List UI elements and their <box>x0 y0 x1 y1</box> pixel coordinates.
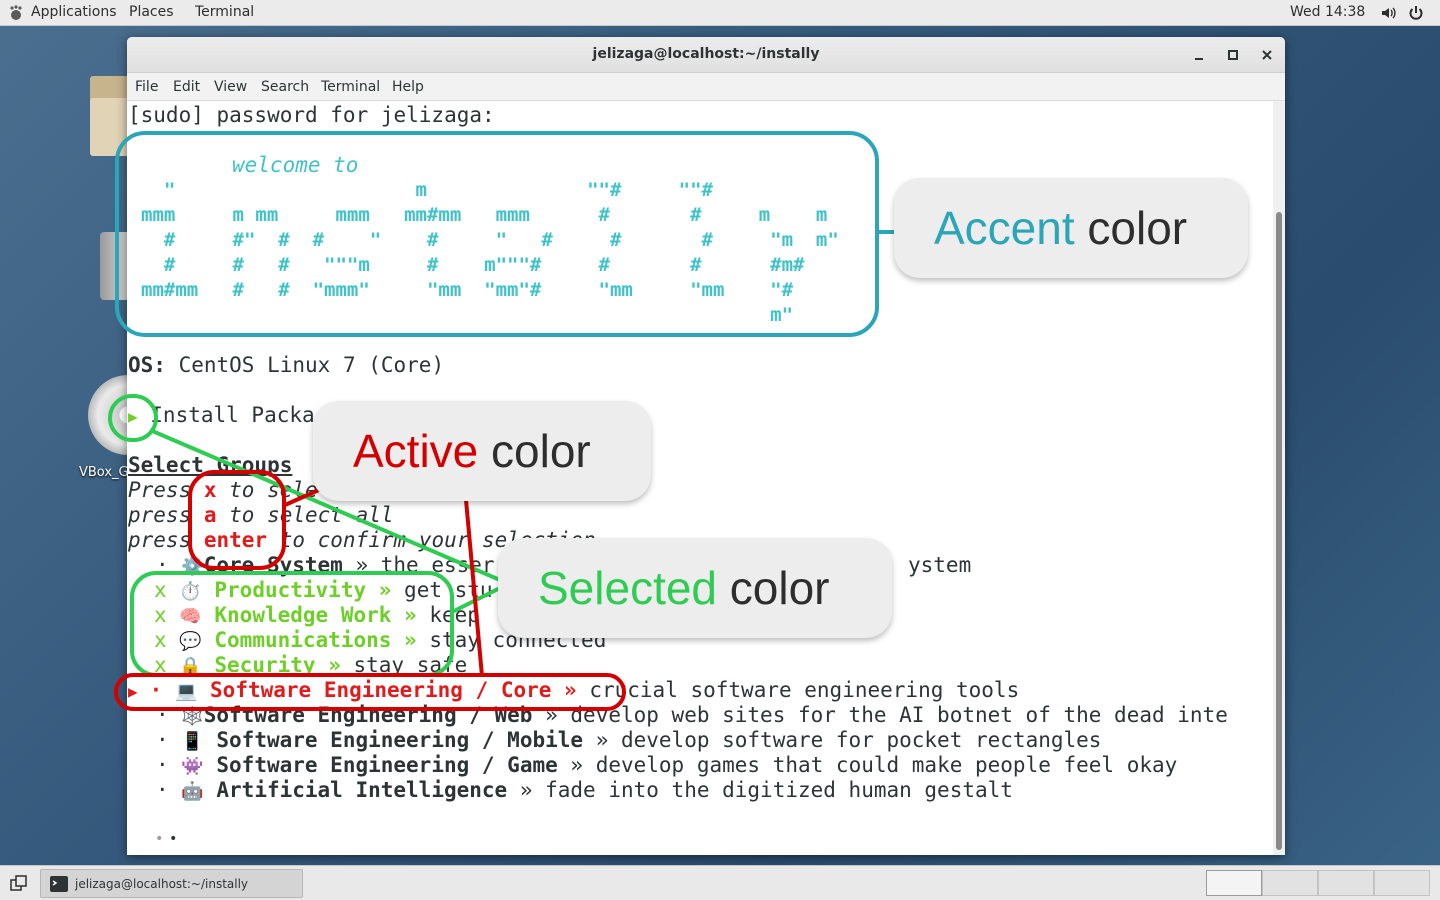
robot-icon: 🤖 <box>181 781 204 802</box>
menu-view[interactable]: View <box>214 79 247 95</box>
window-title: jelizaga@localhost:~/instally <box>592 46 820 62</box>
menu-help[interactable]: Help <box>392 79 424 95</box>
active-row-highlight-ring <box>114 673 626 711</box>
accent-connector <box>879 230 895 234</box>
workspace-3[interactable] <box>1318 870 1374 896</box>
group-row-software-engineering-mobile[interactable]: · 📱 Software Engineering / Mobile » deve… <box>128 728 1101 754</box>
selected-highlight-ring <box>130 571 454 677</box>
menu-bar: File Edit View Search Terminal Help <box>127 73 1285 101</box>
pager-dot: • <box>155 831 164 847</box>
selected-color-callout: Selected color <box>498 538 892 638</box>
group-name: Software Engineering / Game <box>216 753 558 777</box>
window-titlebar[interactable]: jelizaga@localhost:~/instally <box>127 37 1285 73</box>
vbox-label: VBox_G <box>79 465 129 480</box>
group-sep: » <box>557 753 596 777</box>
clock[interactable]: Wed 14:38 <box>1290 4 1365 20</box>
taskbar-item-label: jelizaga@localhost:~/instally <box>75 877 249 891</box>
group-desc: develop software for pocket rectangles <box>620 728 1102 752</box>
accent-word: Accent <box>934 202 1075 254</box>
group-mark: · <box>156 778 169 802</box>
group-name: Artificial Intelligence <box>216 778 508 802</box>
bottom-panel: jelizaga@localhost:~/instally <box>0 865 1440 900</box>
power-icon[interactable] <box>1408 5 1424 21</box>
os-value: CentOS Linux 7 (Core) <box>165 353 445 377</box>
top-panel: Applications Places Terminal Wed 14:38 <box>0 0 1440 26</box>
color-word: color <box>717 562 830 614</box>
mobile-phone-icon: 📱 <box>181 731 204 752</box>
workspace-2[interactable] <box>1262 870 1318 896</box>
install-packages-label: Install Packa <box>137 403 315 427</box>
terminal-app-menu[interactable]: Terminal <box>195 4 254 20</box>
group-sep: » <box>583 728 621 752</box>
group-desc: develop games that could make people fee… <box>595 753 1178 777</box>
install-arrow-ring <box>108 394 158 442</box>
menu-search[interactable]: Search <box>261 79 309 95</box>
workspace-1[interactable] <box>1206 870 1262 896</box>
group-name: Software Engineering / Mobile <box>216 728 584 752</box>
accent-highlight-ring <box>115 131 879 337</box>
group-row-artificial-intelligence[interactable]: · 🤖 Artificial Intelligence » fade into … <box>128 778 1013 804</box>
workspace-4[interactable] <box>1374 870 1430 896</box>
accent-color-callout: Accent color <box>894 178 1248 278</box>
taskbar-terminal-item[interactable]: jelizaga@localhost:~/instally <box>40 869 303 898</box>
space-invader-icon: 👾 <box>181 756 204 777</box>
menu-edit[interactable]: Edit <box>173 79 200 95</box>
color-word: color <box>1074 202 1188 254</box>
volume-icon[interactable] <box>1380 5 1396 21</box>
scrollbar-thumb[interactable] <box>1276 212 1282 850</box>
pager-dot-active: • <box>169 831 178 847</box>
group-desc: develop web sites for the AI botnet of t… <box>570 703 1228 727</box>
group-desc: fade into the digitized human gestalt <box>545 778 1013 802</box>
group-desc: crucial software engineering tools <box>589 678 1020 702</box>
terminal-icon <box>50 876 68 892</box>
group-mark: · <box>156 753 169 777</box>
selected-word: Selected <box>538 562 718 614</box>
group-mark: · <box>156 728 169 752</box>
places-menu[interactable]: Places <box>129 4 174 20</box>
color-word: color <box>478 425 591 477</box>
active-color-callout: Active color <box>313 401 651 501</box>
applications-menu[interactable]: Applications <box>31 4 117 20</box>
close-icon[interactable] <box>1257 45 1277 65</box>
gnome-foot-icon[interactable] <box>8 5 24 21</box>
menu-terminal[interactable]: Terminal <box>321 79 380 95</box>
show-desktop-icon[interactable] <box>10 875 28 893</box>
core-system-desc-tail: ystem <box>908 553 972 577</box>
active-word: Active <box>353 425 479 477</box>
minimize-icon[interactable] <box>1189 45 1209 65</box>
group-row-software-engineering-game[interactable]: · 👾 Software Engineering / Game » develo… <box>128 753 1177 779</box>
sudo-prompt: [sudo] password for jelizaga: <box>128 103 495 127</box>
menu-file[interactable]: File <box>135 79 158 95</box>
group-sep: » <box>507 778 546 802</box>
keys-highlight-ring <box>188 470 286 570</box>
maximize-icon[interactable] <box>1223 45 1243 65</box>
os-label: OS: <box>128 353 166 377</box>
os-line: OS: CentOS Linux 7 (Core) <box>128 353 444 378</box>
